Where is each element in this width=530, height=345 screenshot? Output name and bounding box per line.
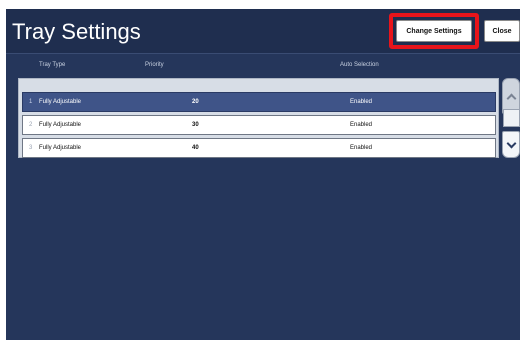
close-button[interactable]: Close [484, 20, 520, 42]
row-tray-type: Fully Adjustable [39, 99, 82, 105]
row-auto-selection: Enabled [350, 99, 373, 105]
column-header-tray-type: Tray Type [39, 62, 66, 68]
row-number: 3 [29, 145, 33, 151]
row-priority: 30 [192, 122, 199, 128]
row-auto-selection: Enabled [350, 145, 373, 151]
scrollbar-thumb[interactable] [503, 109, 520, 127]
chevron-up-icon [506, 93, 516, 103]
tray-row[interactable]: 2 Fully Adjustable 30 Enabled [22, 115, 496, 135]
tray-settings-screen: Tray Settings Change Settings Close Tray… [6, 9, 520, 340]
tray-row[interactable]: 3 Fully Adjustable 40 Enabled [22, 138, 496, 158]
tray-list: 1 Fully Adjustable 20 Enabled 2 Fully Ad… [18, 78, 499, 158]
row-number: 1 [29, 99, 33, 105]
row-tray-type: Fully Adjustable [39, 145, 82, 151]
row-priority: 40 [192, 145, 199, 151]
scroll-down-button[interactable] [502, 131, 520, 158]
chevron-down-icon [506, 138, 516, 148]
row-auto-selection: Enabled [350, 122, 373, 128]
row-priority: 20 [192, 99, 199, 105]
row-number: 2 [29, 122, 33, 128]
page-title: Tray Settings [12, 19, 141, 44]
column-header-priority: Priority [145, 62, 164, 68]
row-tray-type: Fully Adjustable [39, 122, 82, 128]
change-settings-button[interactable]: Change Settings [396, 20, 472, 42]
column-header-auto-selection: Auto Selection [340, 62, 379, 68]
tray-row[interactable]: 1 Fully Adjustable 20 Enabled [22, 92, 496, 112]
